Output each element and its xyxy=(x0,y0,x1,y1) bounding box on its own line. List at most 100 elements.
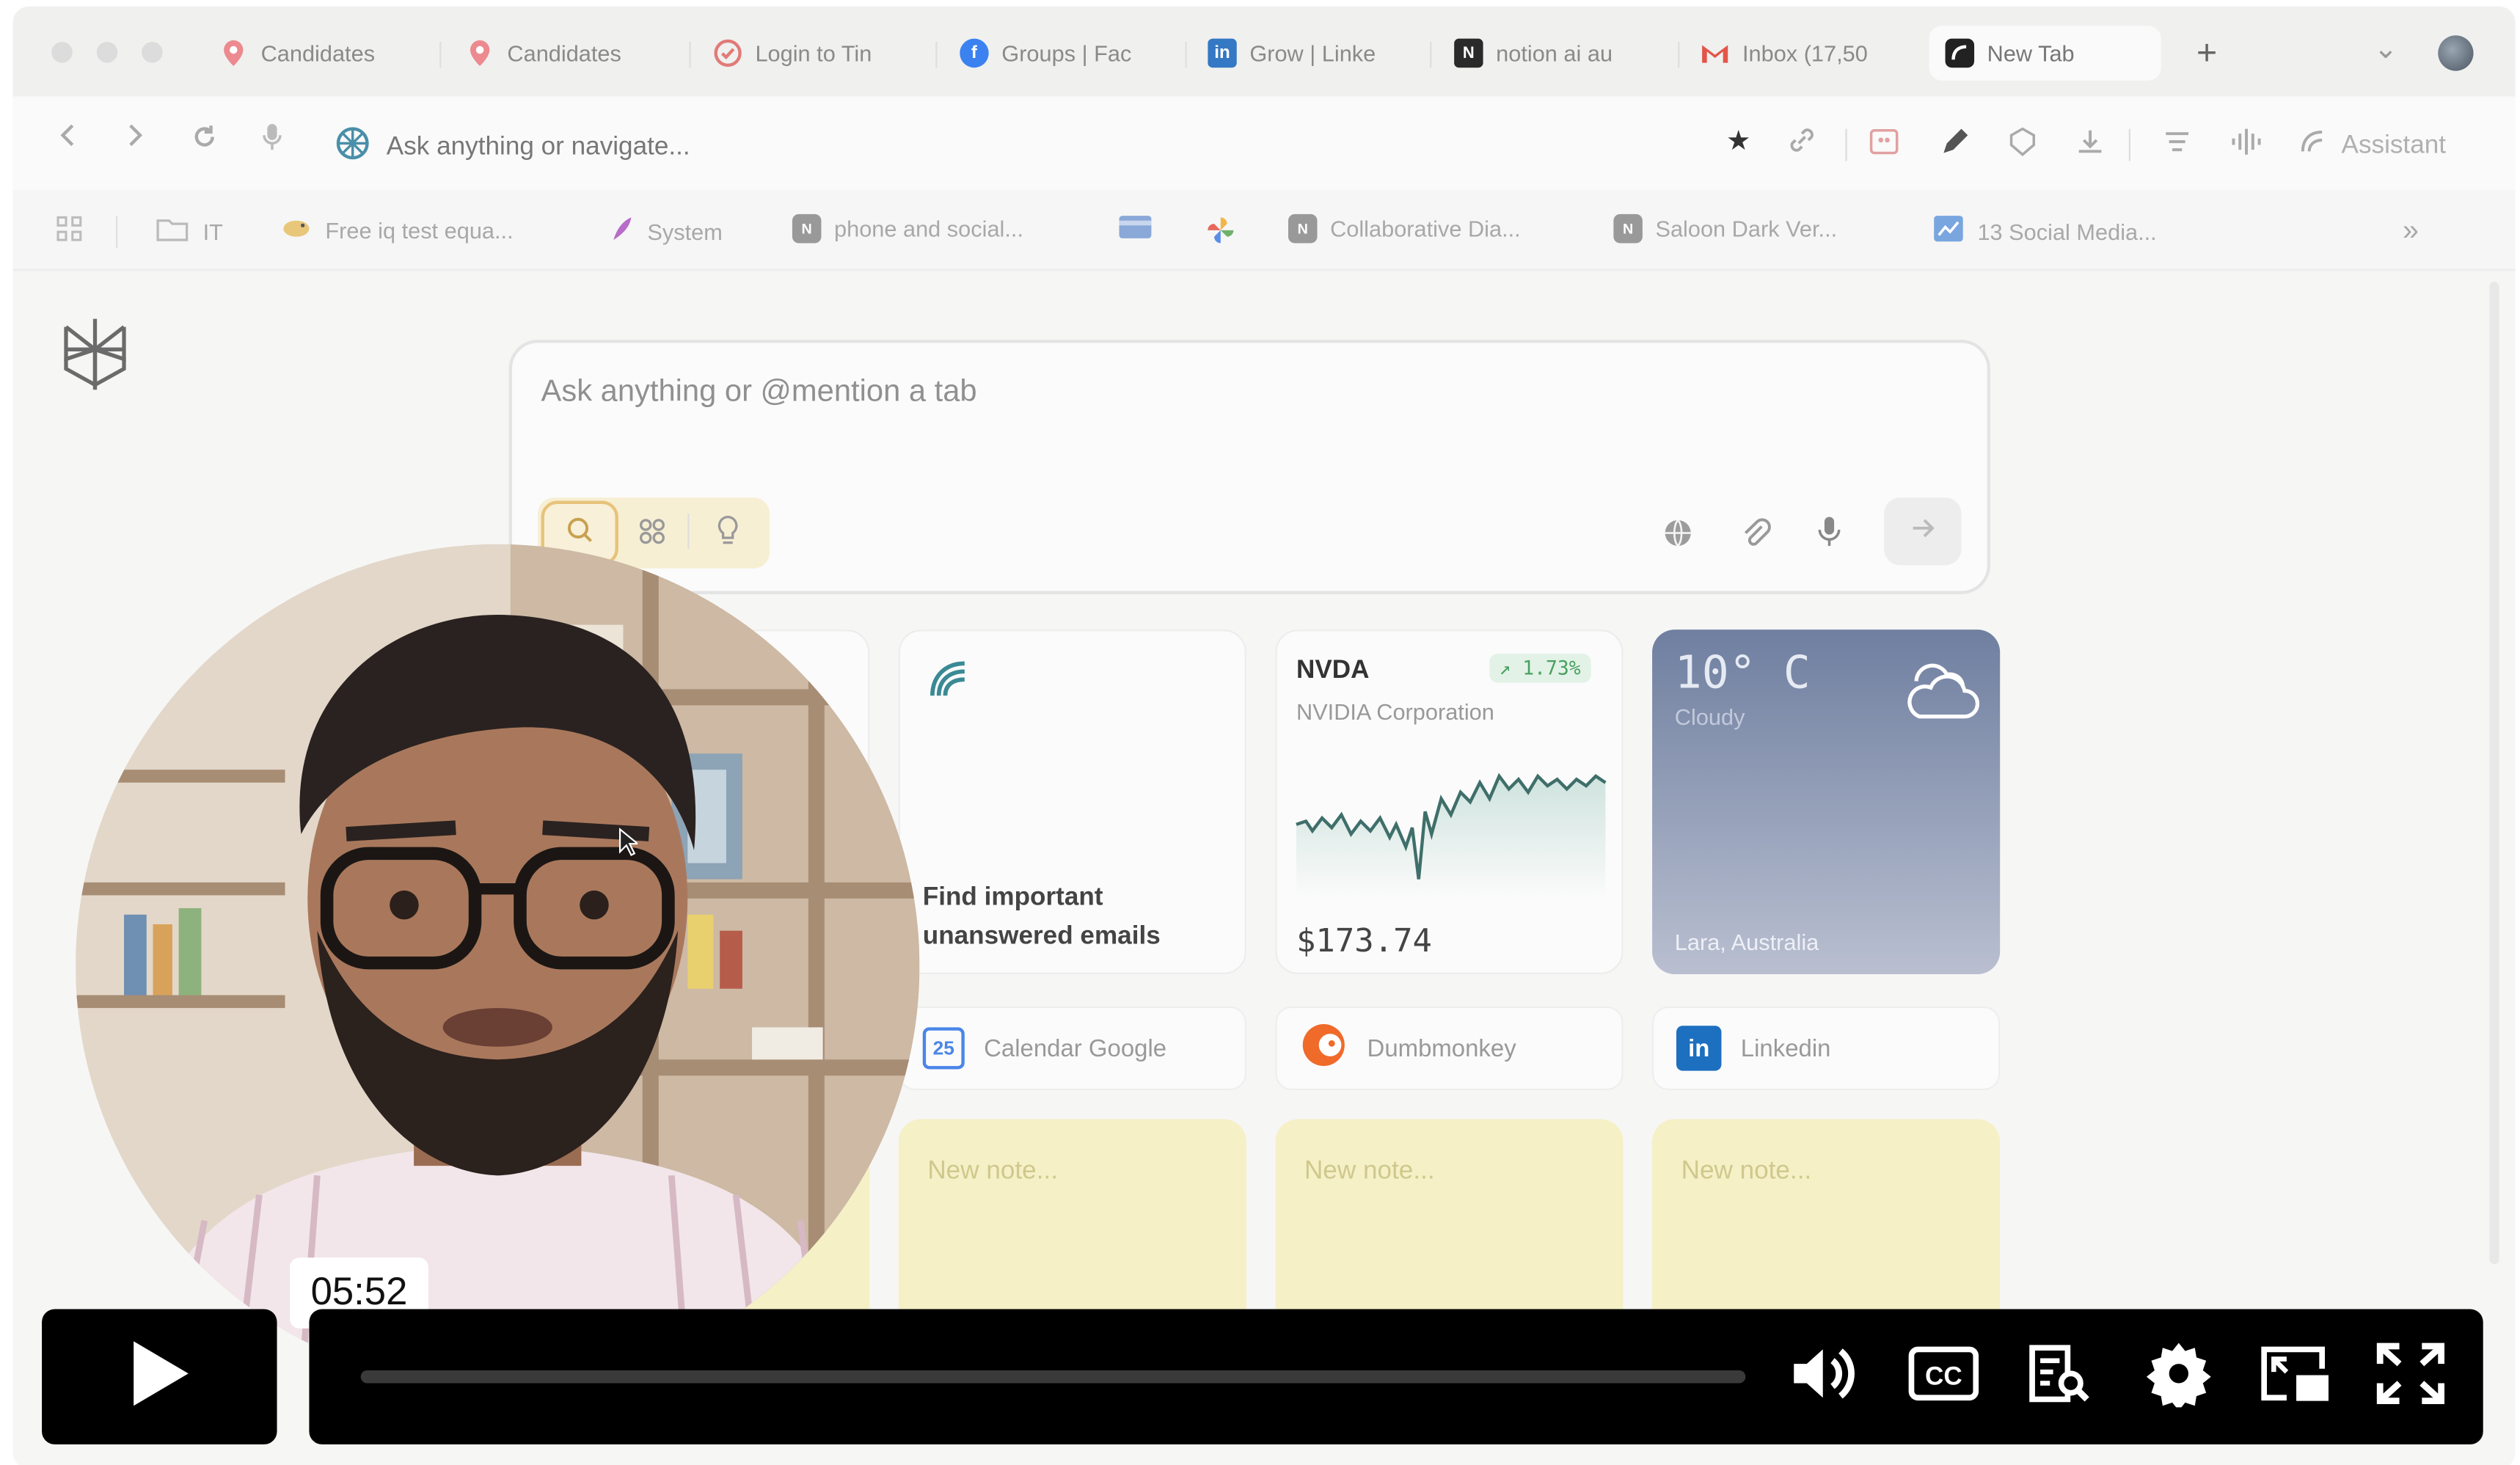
tab-notion[interactable]: N notion ai au xyxy=(1454,26,1655,81)
settings-button[interactable] xyxy=(2141,1342,2216,1410)
bookmark-system[interactable]: System xyxy=(609,214,723,248)
forward-icon[interactable] xyxy=(125,123,145,156)
tab-candidates-2[interactable]: Candidates xyxy=(465,26,658,81)
omnibox[interactable]: Ask anything or navigate... xyxy=(335,125,690,169)
labs-mode-button[interactable] xyxy=(715,514,741,554)
link-icon[interactable] xyxy=(1787,125,1816,162)
audio-wave-icon[interactable] xyxy=(2229,125,2264,166)
bookmarks-divider xyxy=(116,216,118,249)
cc-icon: CC xyxy=(1908,1345,1979,1409)
email-widget-card[interactable]: Find important unanswered emails xyxy=(898,629,1246,974)
assistant-label: Assistant xyxy=(2341,131,2447,159)
stock-company: NVIDIA Corporation xyxy=(1296,698,1494,725)
volume-button[interactable] xyxy=(1787,1345,1861,1409)
weather-condition: Cloudy xyxy=(1674,704,1745,730)
apps-grid-icon xyxy=(55,214,84,248)
minimize-window-button[interactable] xyxy=(96,42,118,63)
transcript-button[interactable] xyxy=(2023,1344,2097,1409)
reload-icon[interactable] xyxy=(190,123,219,159)
captions-button[interactable]: CC xyxy=(1907,1345,1981,1409)
search-icon xyxy=(565,514,594,551)
tab-label: Groups | Fac xyxy=(1001,40,1132,66)
research-mode-button[interactable] xyxy=(638,517,667,554)
reader-icon[interactable] xyxy=(2161,125,2194,166)
linkedin-icon: in xyxy=(1676,1026,1722,1071)
bookmark-photos[interactable] xyxy=(1205,214,1237,251)
profile-avatar[interactable] xyxy=(2438,35,2474,71)
bookmark-apps[interactable] xyxy=(55,214,84,248)
voice-icon[interactable] xyxy=(1816,514,1842,557)
picture-in-picture-button[interactable] xyxy=(2257,1345,2331,1409)
tab-label: Candidates xyxy=(260,40,376,66)
assistant-button[interactable]: Assistant xyxy=(2296,125,2446,166)
play-button[interactable] xyxy=(42,1309,277,1444)
weather-temp: 10° C xyxy=(1674,646,1811,699)
email-widget-text: Find important unanswered emails xyxy=(922,884,1161,951)
zoom-window-button[interactable] xyxy=(142,42,163,63)
transcript-search-icon xyxy=(2023,1340,2097,1413)
tab-strip: Candidates Candidates Login to Tin f Gro… xyxy=(12,6,2516,97)
tab-label: notion ai au xyxy=(1496,40,1613,66)
perplexity-logo-icon[interactable] xyxy=(58,314,132,403)
tab-new-tab[interactable]: New Tab xyxy=(1929,26,2161,81)
toolbar-divider xyxy=(1845,128,1847,161)
tab-list-button[interactable]: ⌄ xyxy=(2373,32,2397,66)
tab-separator xyxy=(439,42,442,68)
bookmarks-more-button[interactable]: » xyxy=(2403,214,2419,248)
presenter-image xyxy=(76,544,920,1389)
back-icon[interactable] xyxy=(58,123,77,156)
new-tab-button[interactable]: + xyxy=(2196,32,2217,74)
bookmark-label: Collaborative Dia... xyxy=(1330,216,1521,242)
bookmark-collaborative[interactable]: N Collaborative Dia... xyxy=(1288,213,1521,244)
bookmark-label: 13 Social Media... xyxy=(1977,218,2157,244)
bookmark-saloon[interactable]: N Saloon Dark Ver... xyxy=(1613,213,1837,244)
weather-widget-card[interactable]: 10° C Cloudy Lara, Australia xyxy=(1652,629,2001,974)
bookmark-iq-test[interactable]: Free iq test equa... xyxy=(280,214,514,245)
fullscreen-button[interactable] xyxy=(2373,1342,2447,1409)
assistant-icon xyxy=(2296,125,2329,166)
quick-link-dumbmonkey[interactable]: Dumbmonkey xyxy=(1275,1006,1624,1091)
tab-gmail[interactable]: Inbox (17,50 xyxy=(1701,26,1904,81)
extension-icon[interactable] xyxy=(1868,125,1900,166)
bookmark-it[interactable]: IT xyxy=(155,214,223,248)
bookmarks-bar: IT Free iq test equa... System Nphone an… xyxy=(12,190,2516,271)
linkedin-icon: in xyxy=(1208,38,1237,68)
control-bar: CC xyxy=(309,1309,2483,1444)
pen-icon[interactable] xyxy=(1939,125,1971,166)
omnibox-placeholder: Ask anything or navigate... xyxy=(386,133,690,161)
quick-link-linkedin[interactable]: in Linkedin xyxy=(1652,1006,2001,1091)
stock-widget-card[interactable]: NVDA ↗ 1.73% NVIDIA Corporation $173.74 xyxy=(1275,629,1624,974)
grid-icon xyxy=(638,519,667,552)
page-scrollbar[interactable] xyxy=(2489,282,2499,1265)
toolbar: Ask anything or navigate... ★ Assistant xyxy=(12,96,2516,191)
video-controls: CC xyxy=(42,1309,2483,1444)
quick-link-calendar[interactable]: 25 Calendar Google xyxy=(898,1006,1246,1091)
globe-icon[interactable] xyxy=(1662,517,1694,558)
attach-icon[interactable] xyxy=(1739,517,1772,558)
bookmark-label: IT xyxy=(202,218,223,244)
submit-button[interactable] xyxy=(1884,497,1962,566)
notion-small-icon: N xyxy=(1288,213,1318,244)
tab-linkedin[interactable]: in Grow | Linke xyxy=(1208,26,1409,81)
tab-label: Login to Tin xyxy=(755,40,872,66)
close-window-button[interactable] xyxy=(51,42,73,63)
notion-small-icon: N xyxy=(792,213,822,244)
lightbulb-icon xyxy=(715,515,741,552)
download-icon[interactable] xyxy=(2074,125,2106,166)
star-icon[interactable]: ★ xyxy=(1726,125,1750,158)
shield-icon[interactable] xyxy=(2006,125,2039,166)
prompt-box[interactable]: Ask anything or @mention a tab xyxy=(508,340,1991,594)
check-circle-icon xyxy=(713,39,742,68)
bookmark-card[interactable] xyxy=(1117,214,1153,245)
notion-icon: N xyxy=(1454,38,1483,68)
progress-track[interactable] xyxy=(360,1370,1746,1384)
tab-candidates-1[interactable]: Candidates xyxy=(219,26,412,81)
bookmark-phone-social[interactable]: Nphone and social... xyxy=(792,213,1023,244)
bookmark-label: Free iq test equa... xyxy=(325,216,514,243)
bookmark-social-media[interactable]: 13 Social Media... xyxy=(1932,214,2157,248)
svg-text:CC: CC xyxy=(1925,1362,1962,1390)
tab-facebook[interactable]: f Groups | Fac xyxy=(960,26,1161,81)
mic-icon[interactable] xyxy=(261,123,284,159)
tab-login[interactable]: Login to Tin xyxy=(713,26,906,81)
mode-divider xyxy=(687,514,690,549)
